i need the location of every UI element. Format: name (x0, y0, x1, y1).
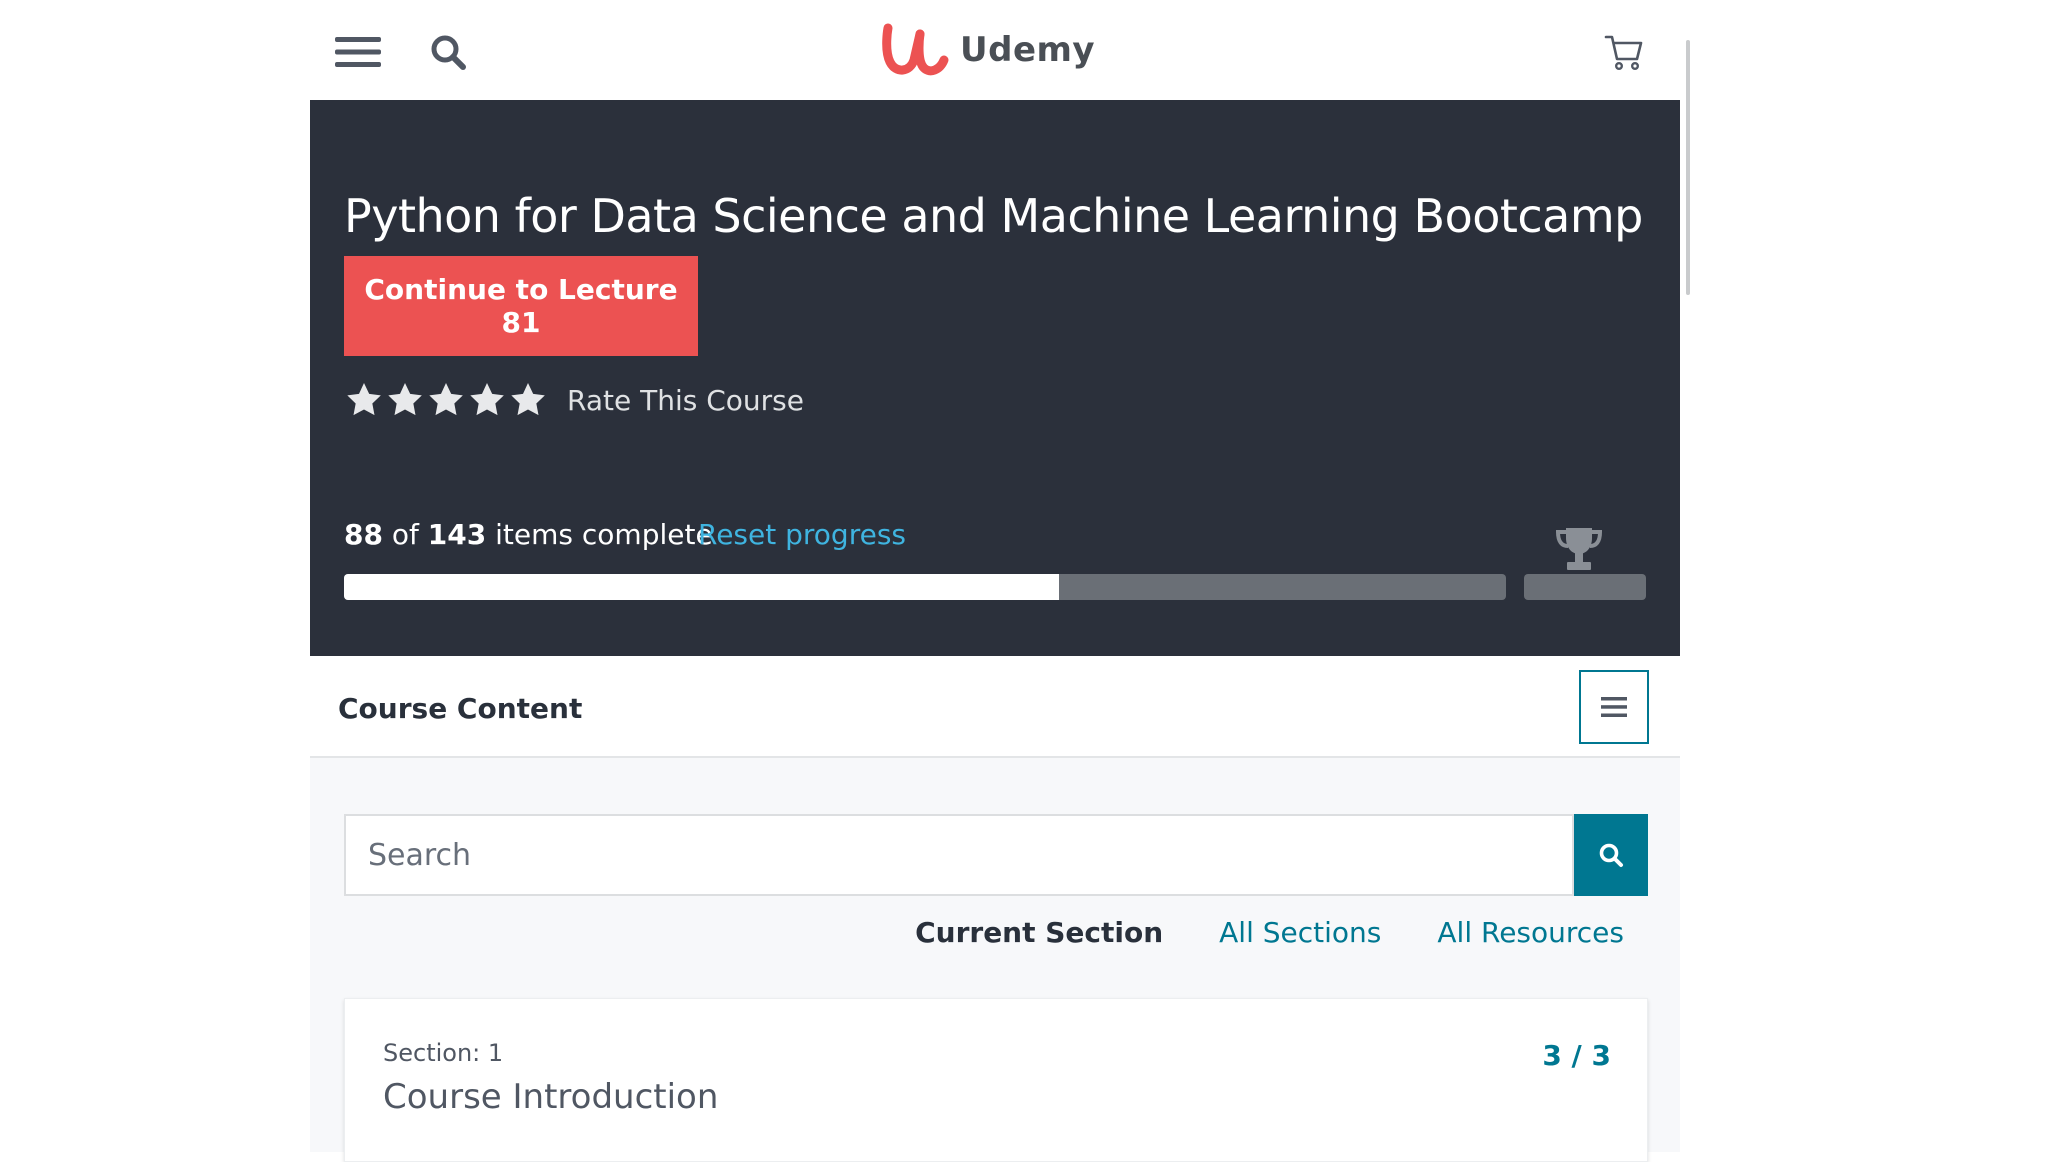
star-icon[interactable] (508, 380, 548, 420)
star-icon[interactable] (426, 380, 466, 420)
course-content-menu-button[interactable] (1579, 670, 1649, 744)
progress-bar-fill (344, 574, 1059, 600)
content-search (344, 814, 1648, 896)
progress-bar (344, 574, 1506, 600)
progress-suffix: items complete (495, 518, 713, 551)
course-content-title: Course Content (338, 692, 583, 725)
tab-all-sections[interactable]: All Sections (1219, 916, 1381, 966)
course-title: Python for Data Science and Machine Lear… (344, 188, 1643, 243)
search-icon (1599, 843, 1623, 867)
certificate-progress-segment (1524, 574, 1646, 600)
total-count: 143 (427, 518, 487, 551)
progress-of: of (391, 518, 419, 551)
progress-summary: 88 of 143 items complete (344, 518, 713, 551)
udemy-logo-text: Udemy (960, 30, 1096, 70)
app-container: Udemy Python for Data Science and Machin… (310, 0, 1690, 1162)
completed-count: 88 (344, 518, 383, 551)
reset-progress-link[interactable]: Reset progress (698, 518, 906, 551)
section-number: Section: 1 (383, 1039, 504, 1067)
menu-button[interactable] (330, 24, 386, 80)
star-icon[interactable] (385, 380, 425, 420)
search-icon (431, 35, 466, 70)
course-header: Python for Data Science and Machine Lear… (310, 100, 1680, 656)
content-filter-tabs: Current Section All Sections All Resourc… (310, 916, 1624, 966)
star-icon[interactable] (344, 380, 384, 420)
course-rating: Rate This Course (344, 380, 804, 420)
tab-current-section[interactable]: Current Section (915, 916, 1163, 966)
content-search-input[interactable] (344, 814, 1574, 896)
hamburger-icon (335, 37, 381, 67)
cart-icon (1604, 35, 1643, 71)
udemy-logo[interactable]: Udemy (880, 18, 1095, 82)
course-content-header: Course Content (310, 656, 1680, 758)
trophy-icon (1555, 528, 1603, 570)
section-progress-count: 3 / 3 (1542, 1039, 1611, 1072)
section-title: Course Introduction (383, 1077, 719, 1117)
search-button[interactable] (420, 24, 476, 80)
page-scrollbar[interactable] (1686, 40, 1690, 295)
content-search-button[interactable] (1574, 814, 1648, 896)
udemy-logo-mark (882, 23, 949, 76)
top-navigation-bar: Udemy (310, 0, 1680, 100)
section-card[interactable]: Section: 1 Course Introduction 3 / 3 (344, 998, 1648, 1162)
cart-button[interactable] (1596, 24, 1652, 80)
tab-all-resources[interactable]: All Resources (1437, 916, 1624, 966)
course-content-panel: Current Section All Sections All Resourc… (310, 758, 1680, 1162)
continue-lecture-button[interactable]: Continue to Lecture 81 (344, 256, 698, 356)
list-icon (1601, 697, 1627, 717)
rate-course-link[interactable]: Rate This Course (567, 384, 804, 417)
star-icon[interactable] (467, 380, 507, 420)
